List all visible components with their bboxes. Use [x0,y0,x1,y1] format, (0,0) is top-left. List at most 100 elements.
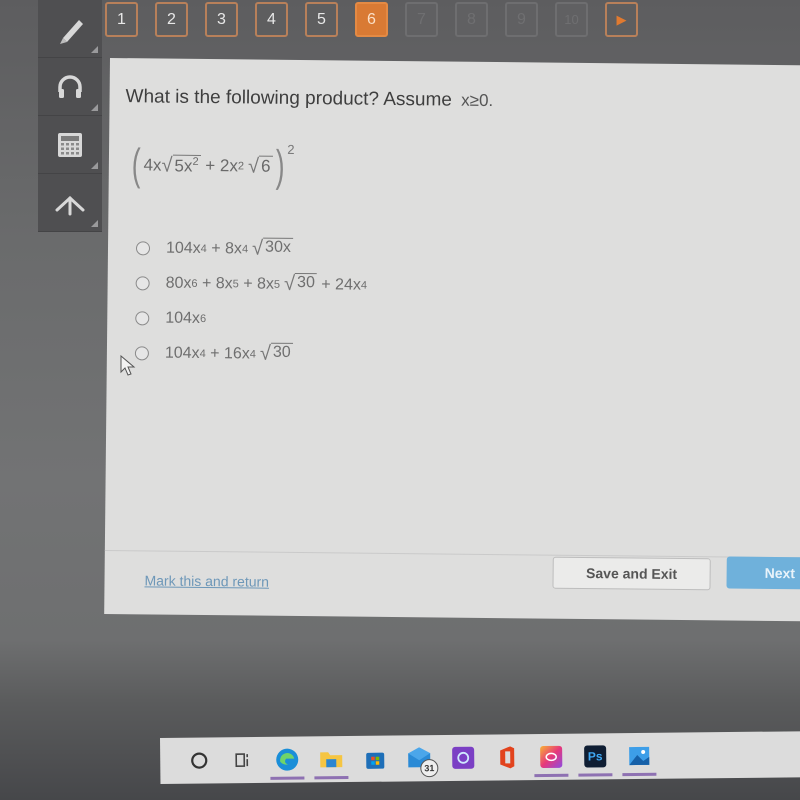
photoshop-icon: Ps [584,745,607,768]
question-expression: ( 4x √ 5x2 + 2x 2 √ 6 ) 2 [129,140,295,191]
term1-radical: √ 5x2 [161,154,201,177]
taskbar-search[interactable] [178,737,220,783]
radical-sign: √ [247,154,260,178]
option-radicand: 30 [294,272,317,293]
question-6-button-current[interactable]: 6 [355,2,388,37]
option-term: 104x [165,239,201,257]
mark-and-return-link[interactable]: Mark this and return [144,572,269,589]
folder-icon [320,752,343,768]
compass-icon [55,195,85,215]
answer-options: 104x 4 + 8x 4 √ 30x 80x 6 + 8x 5 + 8x 5 √ 30 + … [134,230,368,372]
open-paren: ( [131,140,141,190]
question-5-button[interactable]: 5 [305,2,338,37]
option-term: + 8x [206,239,243,257]
radical-sign: √ [259,342,271,365]
question-prompt: What is the following product? Assume x≥… [125,86,493,112]
tool-expand-corner [91,220,98,227]
question-7-button: 7 [405,2,438,37]
option-exponent: 4 [249,347,256,361]
tool-sidebar [38,0,102,232]
calculator-tool-button[interactable] [38,116,102,174]
option-radicand: 30x [263,237,294,257]
edge-icon [276,748,299,771]
question-4-button[interactable]: 4 [255,2,288,37]
option-radicand: 30 [270,342,293,362]
question-2-button[interactable]: 2 [155,2,188,37]
footer-divider [104,549,800,559]
answer-option-4[interactable]: 104x 4 + 16x 4 √ 30 [134,335,367,372]
radio-button[interactable] [135,240,151,255]
taskbar-store[interactable] [354,736,396,782]
tool-expand-corner [91,46,98,53]
photoshop-label: Ps [587,749,603,764]
taskbar-cortana-app[interactable] [442,735,484,781]
next-button[interactable]: Next [726,556,800,590]
option-term: + 24x [316,275,361,294]
answer-option-1[interactable]: 104x 4 + 8x 4 √ 30x [135,230,368,267]
taskbar-creative-cloud[interactable] [530,734,572,780]
task-view-icon [235,753,249,768]
save-and-exit-button[interactable]: Save and Exit [552,556,711,591]
term1-radicand-exponent: 2 [192,155,199,168]
option-term: + 8x [238,274,275,293]
windows-taskbar: 31 Ps [160,731,800,784]
option-exponent: 6 [199,312,207,325]
answer-option-2[interactable]: 80x 6 + 8x 5 + 8x 5 √ 30 + 24x 4 [135,265,367,302]
photos-icon [629,746,650,766]
question-9-button: 9 [505,2,538,37]
taskbar-task-view[interactable] [222,737,264,783]
option-term: 104x [165,309,201,327]
headphones-icon [58,74,82,98]
question-3-button[interactable]: 3 [205,2,238,37]
taskbar-photoshop[interactable]: Ps [574,733,616,779]
radio-button[interactable] [135,275,150,290]
plus-sign: + [200,155,221,176]
radical-sign: √ [161,154,173,177]
pencil-tool-button[interactable] [38,0,102,58]
store-icon [366,752,385,769]
term1-radicand: 5x [174,155,193,176]
mail-unread-badge: 31 [420,759,439,778]
option-exponent: 5 [273,278,281,291]
term2-radicand: 6 [260,156,271,176]
answer-option-3[interactable]: 104x 6 [135,300,367,337]
next-page-arrow-button[interactable]: ▶ [605,2,638,37]
pencil-icon [60,19,83,44]
option-term: 80x [165,274,192,292]
option-radical: √ 30 [260,343,293,366]
question-1-button[interactable]: 1 [105,2,138,37]
radical-sign: √ [251,237,264,260]
cortana-app-icon [452,746,475,769]
term2-radical: √ 6 [248,155,273,178]
calculator-icon [58,132,82,157]
taskbar-photos[interactable] [618,733,660,779]
audio-tool-button[interactable] [38,58,102,116]
taskbar-file-explorer[interactable] [310,736,352,782]
tool-expand-corner [91,104,98,111]
term1-coefficient: 4x [143,155,162,175]
option-radical: √ 30 [284,273,317,296]
option-term: + 8x [197,274,233,292]
creative-cloud-icon [540,745,563,769]
term2-coefficient: 2x [219,156,239,176]
option-term: + 16x [205,344,250,362]
taskbar-office[interactable] [486,734,528,780]
question-8-button: 8 [455,2,488,37]
question-text: What is the following product? Assume [125,86,453,111]
taskbar-edge[interactable] [266,736,308,782]
taskbar-mail[interactable]: 31 [398,735,440,781]
reference-tool-button[interactable] [38,174,102,232]
radio-button[interactable] [135,310,150,325]
question-navigation: 1 2 3 4 5 6 7 8 9 10 ▶ [105,2,638,37]
cortana-circle-icon [191,752,208,769]
option-radical: √ 30x [251,237,294,260]
option-exponent: 4 [360,279,368,292]
question-condition: x≥0. [461,90,494,111]
question-10-button: 10 [555,2,588,37]
close-paren: ) [275,141,285,191]
outer-exponent: 2 [287,141,295,157]
term2-exponent: 2 [237,160,245,173]
radio-button[interactable] [134,345,149,360]
tool-expand-corner [91,162,98,169]
question-panel: What is the following product? Assume x≥… [104,58,800,622]
